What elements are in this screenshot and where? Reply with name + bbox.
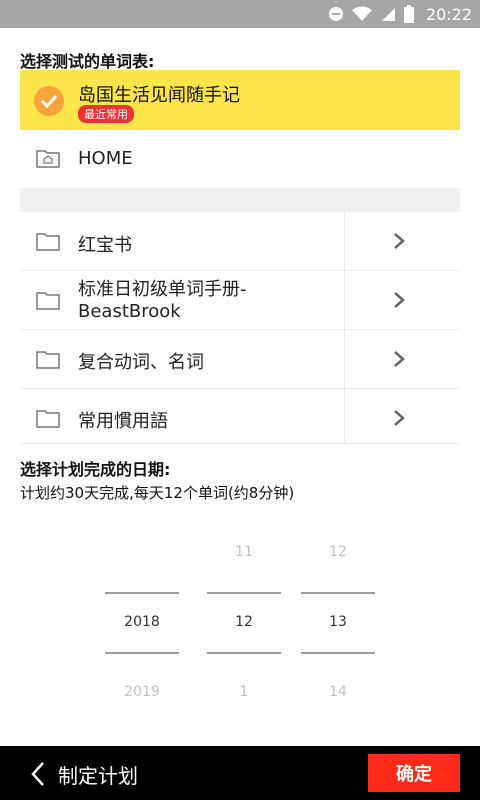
row-separator xyxy=(344,330,345,388)
year-next[interactable]: 2019 xyxy=(105,684,179,700)
folder-icon xyxy=(36,233,60,251)
chevron-right-icon[interactable] xyxy=(392,231,406,251)
month-current[interactable]: 12 xyxy=(207,614,281,630)
folder-item-hongbaoshu[interactable]: 红宝书 xyxy=(20,212,460,270)
day-next[interactable]: 14 xyxy=(301,684,375,700)
folder-item-changyong[interactable]: 常用慣用語 xyxy=(20,389,460,443)
folder-item-fuhe[interactable]: 复合动词、名词 xyxy=(20,330,460,388)
folder-icon xyxy=(36,410,60,428)
picker-line xyxy=(105,592,179,594)
picker-line xyxy=(207,652,281,654)
picker-line xyxy=(301,592,375,594)
divider xyxy=(20,443,460,444)
chevron-right-icon[interactable] xyxy=(392,408,406,428)
wordlist-section-title: 选择测试的单词表: xyxy=(20,52,155,71)
folder-label: 常用慣用語 xyxy=(78,411,168,432)
dnd-icon xyxy=(328,7,343,21)
plan-summary: 计划约30天完成,每天12个单词(约8分钟) xyxy=(20,484,295,502)
battery-icon xyxy=(403,5,414,23)
folder-label: 标准日初级单词手册- BeastBrook xyxy=(78,279,247,323)
picker-line xyxy=(207,592,281,594)
confirm-button[interactable]: 确定 xyxy=(368,754,460,792)
status-bar: 20:22 xyxy=(0,0,480,28)
folder-label: 红宝书 xyxy=(78,235,132,256)
row-separator xyxy=(344,389,345,443)
recent-badge: 最近常用 xyxy=(78,105,134,123)
month-prev[interactable]: 11 xyxy=(207,544,281,560)
chevron-right-icon[interactable] xyxy=(392,349,406,369)
folder-label-line1: 标准日初级单词手册- xyxy=(78,279,247,300)
row-separator xyxy=(344,271,345,329)
section-separator xyxy=(20,188,460,212)
day-prev[interactable]: 12 xyxy=(301,544,375,560)
day-current[interactable]: 13 xyxy=(301,614,375,630)
selected-wordlist-item[interactable]: 岛国生活见闻随手记 最近常用 xyxy=(20,70,460,130)
selected-wordlist-title: 岛国生活见闻随手记 xyxy=(78,85,240,106)
picker-line xyxy=(105,652,179,654)
date-section-title: 选择计划完成的日期: xyxy=(20,460,171,479)
chevron-right-icon[interactable] xyxy=(392,290,406,310)
folder-label: 复合动词、名词 xyxy=(78,352,204,373)
home-folder-icon xyxy=(36,150,60,168)
folder-icon xyxy=(36,292,60,310)
status-icons: 20:22 xyxy=(328,0,472,28)
bottom-bar: 制定计划 确定 xyxy=(0,746,480,800)
signal-icon xyxy=(381,8,395,21)
bottom-title: 制定计划 xyxy=(58,764,138,788)
wifi-icon xyxy=(351,6,372,21)
row-separator xyxy=(344,212,345,270)
year-current[interactable]: 2018 xyxy=(105,614,179,630)
checkmark-icon xyxy=(34,86,64,116)
picker-line xyxy=(301,652,375,654)
home-label: HOME xyxy=(78,148,133,169)
back-icon[interactable] xyxy=(30,761,46,787)
status-time: 20:22 xyxy=(425,4,472,24)
folder-icon xyxy=(36,351,60,369)
month-next[interactable]: 1 xyxy=(207,684,281,700)
folder-label-line2: BeastBrook xyxy=(78,301,181,322)
folder-item-biaozhun[interactable]: 标准日初级单词手册- BeastBrook xyxy=(20,271,460,329)
home-item[interactable]: HOME xyxy=(20,130,460,188)
